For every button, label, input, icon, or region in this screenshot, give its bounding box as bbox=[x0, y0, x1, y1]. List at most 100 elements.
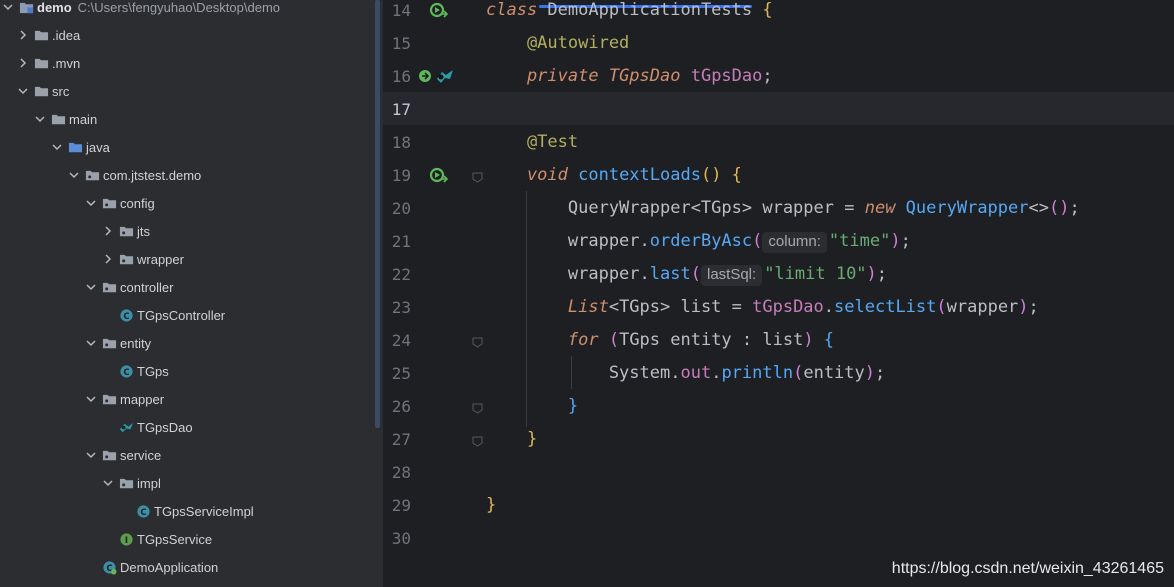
tree-item-root[interactable]: demo C:\Users\fengyuhao\Desktop\demo bbox=[0, 0, 375, 21]
code-text: List<TGps> list = tGpsDao.selectList(wra… bbox=[486, 297, 1039, 317]
chevron-right-icon[interactable] bbox=[17, 29, 29, 41]
code-line[interactable]: 30 bbox=[383, 522, 1174, 555]
code-text: void contextLoads() { bbox=[486, 165, 742, 185]
tree-item[interactable]: wrapper bbox=[0, 245, 375, 273]
interface-icon: I bbox=[118, 531, 134, 547]
tree-item[interactable]: C DemoApplication bbox=[0, 553, 375, 581]
code-text: wrapper.orderByAsc(column: "time"); bbox=[486, 231, 911, 253]
run-icon[interactable] bbox=[429, 1, 449, 21]
tree-item[interactable]: impl bbox=[0, 469, 375, 497]
chevron-down-icon[interactable] bbox=[34, 113, 46, 125]
package-icon bbox=[118, 251, 134, 267]
tree-item[interactable]: .mvn bbox=[0, 49, 375, 77]
code-line[interactable]: 16 private TGpsDao tGpsDao; bbox=[383, 60, 1174, 93]
chevron-down-icon[interactable] bbox=[2, 1, 14, 13]
indent-guide bbox=[571, 356, 572, 389]
code-line[interactable]: 18 @Test bbox=[383, 126, 1174, 159]
class-icon: C bbox=[118, 307, 134, 323]
chevron-down-icon[interactable] bbox=[51, 141, 63, 153]
spring-boot-class-icon: C bbox=[101, 559, 117, 575]
package-icon bbox=[118, 223, 134, 239]
fold-marker-icon[interactable] bbox=[472, 335, 483, 348]
svg-text:C: C bbox=[140, 506, 146, 516]
tree-item[interactable]: java bbox=[0, 133, 375, 161]
code-editor[interactable]: 14 class DemoApplicationTests {15 @Autowi… bbox=[383, 0, 1174, 587]
code-line[interactable]: 20 QueryWrapper<TGps> wrapper = new Quer… bbox=[383, 192, 1174, 225]
code-line[interactable]: 15 @Autowired bbox=[383, 27, 1174, 60]
tree-item[interactable]: service bbox=[0, 441, 375, 469]
code-line[interactable]: 28 bbox=[383, 456, 1174, 489]
code-line[interactable]: 25 System.out.println(entity); bbox=[383, 357, 1174, 390]
tree-item[interactable]: jts bbox=[0, 217, 375, 245]
tree-item[interactable]: I TGpsService bbox=[0, 525, 375, 553]
chevron-right-icon[interactable] bbox=[102, 225, 114, 237]
tree-item[interactable]: TGpsDao bbox=[0, 413, 375, 441]
code-line[interactable]: 27 } bbox=[383, 423, 1174, 456]
fold-marker-icon[interactable] bbox=[472, 401, 483, 414]
code-line[interactable]: 22 wrapper.last(lastSql: "limit 10"); bbox=[383, 258, 1174, 291]
tree-item[interactable]: C TGpsController bbox=[0, 301, 375, 329]
tree-item[interactable]: mapper bbox=[0, 385, 375, 413]
mybatis-icon bbox=[118, 419, 134, 435]
line-number: 24 bbox=[391, 331, 411, 350]
chevron-down-icon[interactable] bbox=[85, 449, 97, 461]
code-line[interactable]: 17 bbox=[383, 93, 1174, 126]
tree-item[interactable]: C TGps bbox=[0, 357, 375, 385]
bean-mybatis-icon[interactable] bbox=[417, 67, 457, 87]
fold-marker-icon[interactable] bbox=[472, 170, 483, 183]
package-icon bbox=[118, 475, 134, 491]
svg-text:C: C bbox=[123, 310, 129, 320]
chevron-down-icon[interactable] bbox=[102, 477, 114, 489]
tree-root-path: C:\Users\fengyuhao\Desktop\demo bbox=[77, 0, 280, 15]
tree-scrollbar[interactable] bbox=[375, 0, 380, 428]
tree-item[interactable]: main bbox=[0, 105, 375, 133]
tree-item[interactable]: src bbox=[0, 77, 375, 105]
code-line[interactable]: 14 class DemoApplicationTests { bbox=[383, 0, 1174, 27]
package-icon bbox=[101, 195, 117, 211]
chevron-down-icon[interactable] bbox=[85, 337, 97, 349]
tree-item[interactable]: C TGpsServiceImpl bbox=[0, 497, 375, 525]
tree-item[interactable]: config bbox=[0, 189, 375, 217]
folder-icon bbox=[33, 83, 49, 99]
code-line[interactable]: 23 List<TGps> list = tGpsDao.selectList(… bbox=[383, 291, 1174, 324]
tree-item[interactable]: .idea bbox=[0, 21, 375, 49]
code-line[interactable]: 19 void contextLoads() { bbox=[383, 159, 1174, 192]
code-line[interactable]: 21 wrapper.orderByAsc(column: "time"); bbox=[383, 225, 1174, 258]
line-number: 23 bbox=[391, 298, 411, 317]
package-icon bbox=[101, 391, 117, 407]
line-number: 25 bbox=[391, 364, 411, 383]
fold-marker-icon[interactable] bbox=[472, 434, 483, 447]
parameter-hint: lastSql: bbox=[700, 265, 763, 286]
chevron-right-icon[interactable] bbox=[102, 253, 114, 265]
code-text: @Test bbox=[486, 132, 579, 152]
watermark: https://blog.csdn.net/weixin_43261465 bbox=[891, 560, 1164, 577]
line-number: 19 bbox=[391, 166, 411, 185]
code-line[interactable]: 26 } bbox=[383, 390, 1174, 423]
code-text: } bbox=[486, 396, 579, 416]
package-icon bbox=[101, 335, 117, 351]
class-icon: C bbox=[118, 363, 134, 379]
run-icon[interactable] bbox=[429, 166, 449, 186]
svg-text:C: C bbox=[123, 366, 129, 376]
code-line[interactable]: 24 for (TGps entity : list) { bbox=[383, 324, 1174, 357]
code-text: } bbox=[486, 429, 538, 449]
chevron-down-icon[interactable] bbox=[85, 281, 97, 293]
line-number: 20 bbox=[391, 199, 411, 218]
chevron-down-icon[interactable] bbox=[85, 197, 97, 209]
package-icon bbox=[101, 279, 117, 295]
indent-guide bbox=[526, 191, 527, 427]
tree-item-label: .idea bbox=[52, 27, 81, 43]
tree-item[interactable]: entity bbox=[0, 329, 375, 357]
chevron-right-icon[interactable] bbox=[17, 57, 29, 69]
tree-item-label: wrapper bbox=[137, 251, 184, 267]
chevron-down-icon[interactable] bbox=[68, 169, 80, 181]
tree-item-label: config bbox=[120, 195, 155, 211]
tree-item[interactable]: controller bbox=[0, 273, 375, 301]
tree-item[interactable]: com.jtstest.demo bbox=[0, 161, 375, 189]
tree-item-label: DemoApplication bbox=[120, 559, 219, 575]
chevron-down-icon[interactable] bbox=[85, 393, 97, 405]
tree-item-label: TGpsService bbox=[137, 531, 213, 547]
chevron-down-icon[interactable] bbox=[17, 85, 29, 97]
code-line[interactable]: 29} bbox=[383, 489, 1174, 522]
source-folder-icon bbox=[67, 139, 83, 155]
